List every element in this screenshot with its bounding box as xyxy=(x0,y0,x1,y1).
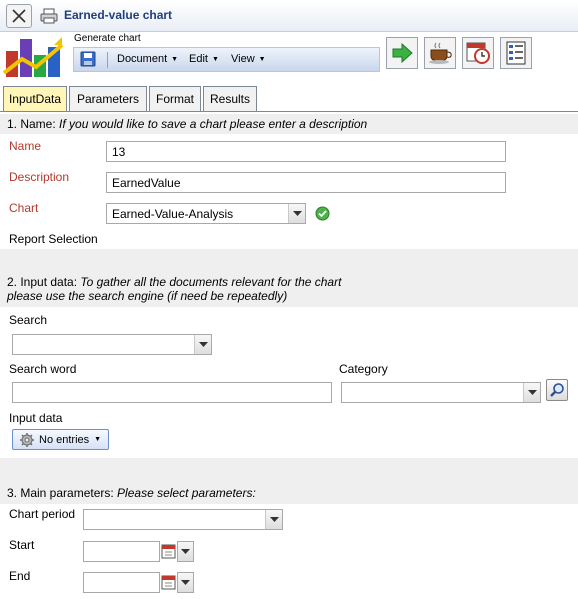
start-label: Start xyxy=(9,538,35,552)
end-date-input[interactable] xyxy=(83,572,160,593)
gear-icon xyxy=(20,432,34,447)
chevron-down-icon xyxy=(288,204,305,223)
section2-heading-line2: please use the search engine (if need be… xyxy=(7,289,578,303)
section1-heading-prefix: 1. Name: xyxy=(7,117,60,131)
category-select[interactable] xyxy=(341,382,541,403)
search-word-label: Search word xyxy=(9,362,77,376)
name-label: Name xyxy=(9,139,42,153)
menu-edit[interactable]: Edit ▼ xyxy=(189,53,219,65)
tab-inputdata-label: InputData xyxy=(8,92,62,106)
menu-document[interactable]: Document ▼ xyxy=(117,53,178,65)
tab-inputdata[interactable]: InputData xyxy=(3,86,67,111)
section2-heading-hint1: To gather all the documents relevant for… xyxy=(80,275,342,289)
section-spacer xyxy=(0,458,578,482)
menu-bar: Document ▼ Edit ▼ View ▼ xyxy=(73,47,380,72)
check-icon xyxy=(315,206,330,221)
tab-results-label: Results xyxy=(209,92,250,106)
tab-format[interactable]: Format xyxy=(149,86,201,111)
name-field[interactable]: 13 xyxy=(106,141,506,162)
chevron-down-icon xyxy=(181,548,190,554)
tab-format-label: Format xyxy=(155,92,194,106)
chevron-down-icon xyxy=(265,510,282,529)
menu-view-label: View xyxy=(231,53,255,65)
category-label: Category xyxy=(339,362,388,376)
section2-heading-line1: 2. Input data: To gather all the documen… xyxy=(7,275,578,289)
search-button[interactable] xyxy=(546,379,568,401)
section3-heading-hint: Please select parameters: xyxy=(117,486,256,500)
input-data-label: Input data xyxy=(9,411,63,425)
chart-period-label: Chart period xyxy=(9,507,76,521)
chevron-down-icon: ▼ xyxy=(171,56,179,63)
chart-select[interactable]: Earned-Value-Analysis xyxy=(106,203,306,224)
description-label: Description xyxy=(9,170,70,184)
schedule-button[interactable] xyxy=(462,37,494,69)
menu-document-label: Document xyxy=(117,53,168,65)
search-label: Search xyxy=(9,313,48,327)
end-label: End xyxy=(9,569,31,583)
calendar-icon[interactable] xyxy=(161,543,176,559)
chevron-down-icon: ▼ xyxy=(94,436,102,443)
chart-label: Chart xyxy=(9,201,39,215)
description-field[interactable]: EarnedValue xyxy=(106,172,506,193)
start-date-input[interactable] xyxy=(83,541,160,562)
section3-heading: 3. Main parameters: Please select parame… xyxy=(0,482,578,504)
report-list-icon xyxy=(506,41,526,65)
close-icon xyxy=(12,9,26,23)
print-icon xyxy=(40,8,58,24)
calendar-icon[interactable] xyxy=(161,574,176,590)
chart-select-value: Earned-Value-Analysis xyxy=(112,207,234,221)
chart-period-select[interactable] xyxy=(83,509,283,530)
chevron-down-icon xyxy=(181,579,190,585)
section1-heading-hint: If you would like to save a chart please… xyxy=(59,117,368,131)
start-date-dropdown[interactable] xyxy=(177,541,194,562)
report-button[interactable] xyxy=(500,37,532,69)
close-button[interactable] xyxy=(6,4,32,28)
break-button[interactable] xyxy=(424,37,456,69)
tab-results[interactable]: Results xyxy=(203,86,257,111)
section3-heading-prefix: 3. Main parameters: xyxy=(7,486,118,500)
section-spacer xyxy=(0,249,578,273)
search-select[interactable] xyxy=(12,334,212,355)
chevron-down-icon xyxy=(194,335,211,354)
menu-separator xyxy=(107,52,108,68)
report-selection-label: Report Selection xyxy=(9,232,98,246)
title-bar: Earned-value chart xyxy=(0,0,578,32)
end-date-dropdown[interactable] xyxy=(177,572,194,593)
tab-divider xyxy=(0,111,578,112)
chevron-down-icon: ▼ xyxy=(258,56,266,63)
menu-view[interactable]: View ▼ xyxy=(231,53,266,65)
section1-heading: 1. Name: If you would like to save a cha… xyxy=(0,114,578,134)
section2-heading-hint2: please use the search engine (if need be… xyxy=(7,289,288,303)
section2-heading: 2. Input data: To gather all the documen… xyxy=(0,273,578,307)
calendar-clock-icon xyxy=(466,42,490,64)
section2-heading-prefix: 2. Input data: xyxy=(7,275,81,289)
search-word-field[interactable] xyxy=(12,382,332,403)
green-arrow-icon xyxy=(392,42,413,64)
menu-edit-label: Edit xyxy=(189,53,208,65)
print-button[interactable] xyxy=(36,4,62,28)
coffee-cup-icon xyxy=(429,42,452,64)
window-title: Earned-value chart xyxy=(64,8,173,22)
save-icon xyxy=(80,51,96,67)
input-data-entries-label: No entries xyxy=(39,433,90,446)
chart-logo-icon xyxy=(2,37,64,77)
input-data-entries-button[interactable]: No entries ▼ xyxy=(12,429,109,450)
save-button[interactable] xyxy=(80,51,96,70)
chevron-down-icon xyxy=(523,383,540,402)
magnifier-icon xyxy=(550,383,564,397)
generate-chart-label: Generate chart xyxy=(74,33,141,44)
chevron-down-icon: ▼ xyxy=(211,56,219,63)
run-button[interactable] xyxy=(386,37,418,69)
tab-parameters[interactable]: Parameters xyxy=(69,86,147,111)
tab-parameters-label: Parameters xyxy=(76,92,140,106)
